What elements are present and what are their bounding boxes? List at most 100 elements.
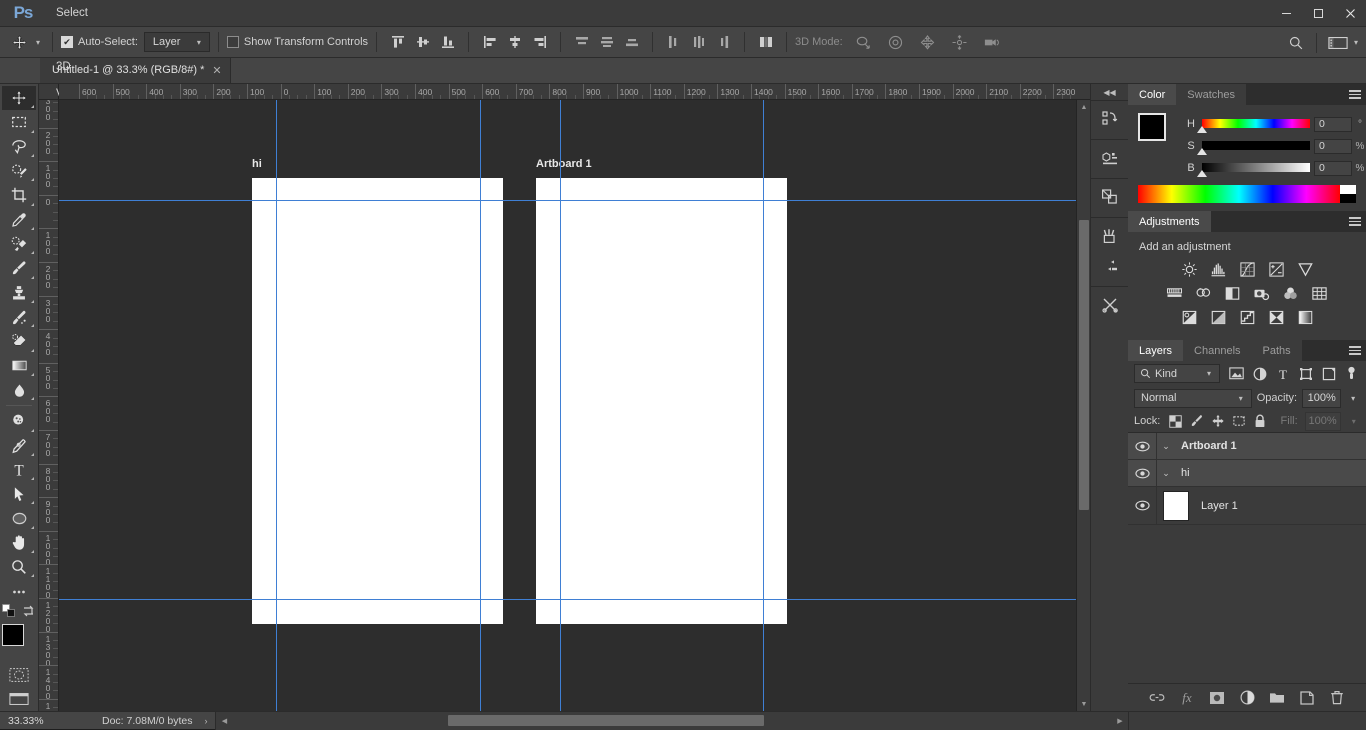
- filter-shape-icon[interactable]: [1297, 365, 1314, 382]
- guide-horizontal[interactable]: [59, 599, 1076, 600]
- curves-icon[interactable]: [1237, 260, 1257, 278]
- color-panel-menu-icon[interactable]: [1344, 84, 1366, 105]
- status-expand-icon[interactable]: ›: [192, 716, 207, 726]
- horizontal-ruler[interactable]: 600 500 400 300 200 100 0 100 200 300 400 500 600 700…: [59, 84, 1076, 100]
- blend-mode-dropdown[interactable]: Normal ▾: [1134, 388, 1252, 408]
- brightness-contrast-icon[interactable]: [1179, 260, 1199, 278]
- guide-vertical[interactable]: [480, 100, 481, 711]
- auto-select-scope-dropdown[interactable]: Layer ▾: [143, 32, 210, 52]
- posterize-icon[interactable]: [1208, 308, 1228, 326]
- layer-expand-chevron-icon[interactable]: ⌄: [1157, 468, 1175, 479]
- brightness-value[interactable]: 0: [1314, 160, 1352, 176]
- color-panel-foreground-swatch[interactable]: [1138, 113, 1166, 141]
- distribute-top-edges-button[interactable]: [569, 31, 594, 53]
- layer-visibility-toggle[interactable]: [1128, 433, 1156, 459]
- foreground-color-swatch[interactable]: [2, 623, 24, 646]
- filter-type-icon[interactable]: T: [1274, 365, 1291, 382]
- lock-position-icon[interactable]: [1211, 413, 1225, 429]
- guide-horizontal[interactable]: [59, 200, 1076, 201]
- photo-filter-icon[interactable]: [1252, 284, 1272, 302]
- orbit-3d-icon[interactable]: [851, 31, 876, 53]
- clone-stamp-tool[interactable]: [2, 281, 36, 305]
- layer-name[interactable]: hi: [1181, 467, 1190, 479]
- default-colors-icon[interactable]: [2, 603, 16, 618]
- color-panel-swatches[interactable]: [1138, 113, 1182, 155]
- layer-row[interactable]: ⌄ Artboard 1: [1128, 433, 1366, 460]
- adjustments-panel-menu-icon[interactable]: [1344, 211, 1366, 232]
- artboard-canvas[interactable]: [536, 178, 787, 624]
- canvas-vertical-scrollbar[interactable]: ▲ ▼: [1076, 100, 1090, 711]
- edit-toolbar-tool[interactable]: [2, 579, 36, 603]
- horizontal-type-tool[interactable]: T: [2, 458, 36, 482]
- new-group-icon[interactable]: [1269, 690, 1285, 706]
- selective-color-icon[interactable]: [1266, 308, 1286, 326]
- align-vertical-centers-button[interactable]: [410, 31, 435, 53]
- maximize-button[interactable]: [1302, 0, 1334, 27]
- layer-filter-kind-dropdown[interactable]: Kind ▾: [1134, 364, 1220, 383]
- search-icon[interactable]: [1283, 32, 1308, 54]
- hue-saturation-icon[interactable]: [1165, 284, 1185, 302]
- move-tool-icon[interactable]: [6, 31, 32, 53]
- menu-item-select[interactable]: Select: [46, 0, 107, 27]
- align-right-edges-button[interactable]: [527, 31, 552, 53]
- brightness-slider-knob[interactable]: [1197, 170, 1207, 177]
- hue-value[interactable]: 0: [1314, 116, 1352, 132]
- guide-vertical[interactable]: [763, 100, 764, 711]
- guide-vertical[interactable]: [276, 100, 277, 711]
- vibrance-icon[interactable]: [1295, 260, 1315, 278]
- threshold-icon[interactable]: [1237, 308, 1257, 326]
- scroll-down-arrow-icon[interactable]: ▼: [1077, 697, 1091, 711]
- levels-icon[interactable]: [1208, 260, 1228, 278]
- artboard-label[interactable]: hi: [252, 158, 262, 170]
- layer-row[interactable]: ⌄ hi: [1128, 460, 1366, 487]
- hue-slider-knob[interactable]: [1197, 126, 1207, 133]
- new-layer-icon[interactable]: [1299, 690, 1315, 706]
- layer-row[interactable]: Layer 1: [1128, 487, 1366, 525]
- black-white-icon[interactable]: [1223, 284, 1243, 302]
- add-layer-mask-icon[interactable]: [1209, 690, 1225, 706]
- lock-all-icon[interactable]: [1253, 413, 1267, 429]
- workspace-switcher-icon[interactable]: [1325, 32, 1350, 54]
- gradient-map-icon[interactable]: [1295, 308, 1315, 326]
- layer-thumbnail[interactable]: [1163, 490, 1189, 521]
- tab-paths[interactable]: Paths: [1251, 340, 1302, 361]
- distribute-vertical-centers-button[interactable]: [594, 31, 619, 53]
- layers-panel-menu-icon[interactable]: [1344, 340, 1366, 361]
- scroll-right-arrow-icon[interactable]: ▶: [1112, 712, 1128, 730]
- tool-preset-chevron-icon[interactable]: ▾: [32, 38, 44, 47]
- brush-settings-panel-icon[interactable]: [1095, 251, 1125, 281]
- tab-layers[interactable]: Layers: [1128, 340, 1184, 361]
- scroll-left-arrow-icon[interactable]: ◀: [216, 712, 232, 730]
- exposure-icon[interactable]: [1266, 260, 1286, 278]
- lock-image-pixels-icon[interactable]: [1190, 413, 1204, 429]
- filter-adjustment-icon[interactable]: [1251, 365, 1268, 382]
- align-top-edges-button[interactable]: [385, 31, 410, 53]
- rectangular-marquee-tool[interactable]: [2, 110, 36, 134]
- new-fill-adjustment-icon[interactable]: [1239, 690, 1255, 706]
- minimize-button[interactable]: [1270, 0, 1302, 27]
- distribute-left-edges-button[interactable]: [661, 31, 686, 53]
- hue-slider[interactable]: [1197, 119, 1310, 133]
- align-bottom-edges-button[interactable]: [435, 31, 460, 53]
- blur-tool[interactable]: [2, 378, 36, 402]
- layer-name[interactable]: Artboard 1: [1181, 440, 1237, 452]
- zoom-tool[interactable]: [2, 555, 36, 579]
- distribute-spacing-button[interactable]: [753, 31, 778, 53]
- canvas-horizontal-scrollbar[interactable]: ◀ ▶: [215, 711, 1128, 730]
- pen-tool[interactable]: [2, 434, 36, 458]
- move-tool[interactable]: [2, 86, 36, 111]
- tab-adjustments[interactable]: Adjustments: [1128, 211, 1211, 232]
- tab-color[interactable]: Color: [1128, 84, 1177, 105]
- color-balance-icon[interactable]: [1194, 284, 1214, 302]
- show-transform-controls-checkbox[interactable]: Show Transform Controls: [226, 36, 368, 48]
- artboard-label[interactable]: Artboard 1: [536, 158, 592, 170]
- auto-select-checkbox[interactable]: Auto-Select:: [61, 36, 138, 48]
- layer-visibility-toggle[interactable]: [1128, 487, 1156, 524]
- tab-swatches[interactable]: Swatches: [1176, 84, 1246, 105]
- gradient-tool[interactable]: [2, 354, 36, 378]
- saturation-value[interactable]: 0: [1314, 138, 1352, 154]
- eyedropper-tool[interactable]: [2, 208, 36, 232]
- horizontal-scroll-thumb[interactable]: [448, 714, 765, 726]
- lock-transparent-pixels-icon[interactable]: [1168, 413, 1182, 429]
- dodge-tool[interactable]: [2, 409, 36, 433]
